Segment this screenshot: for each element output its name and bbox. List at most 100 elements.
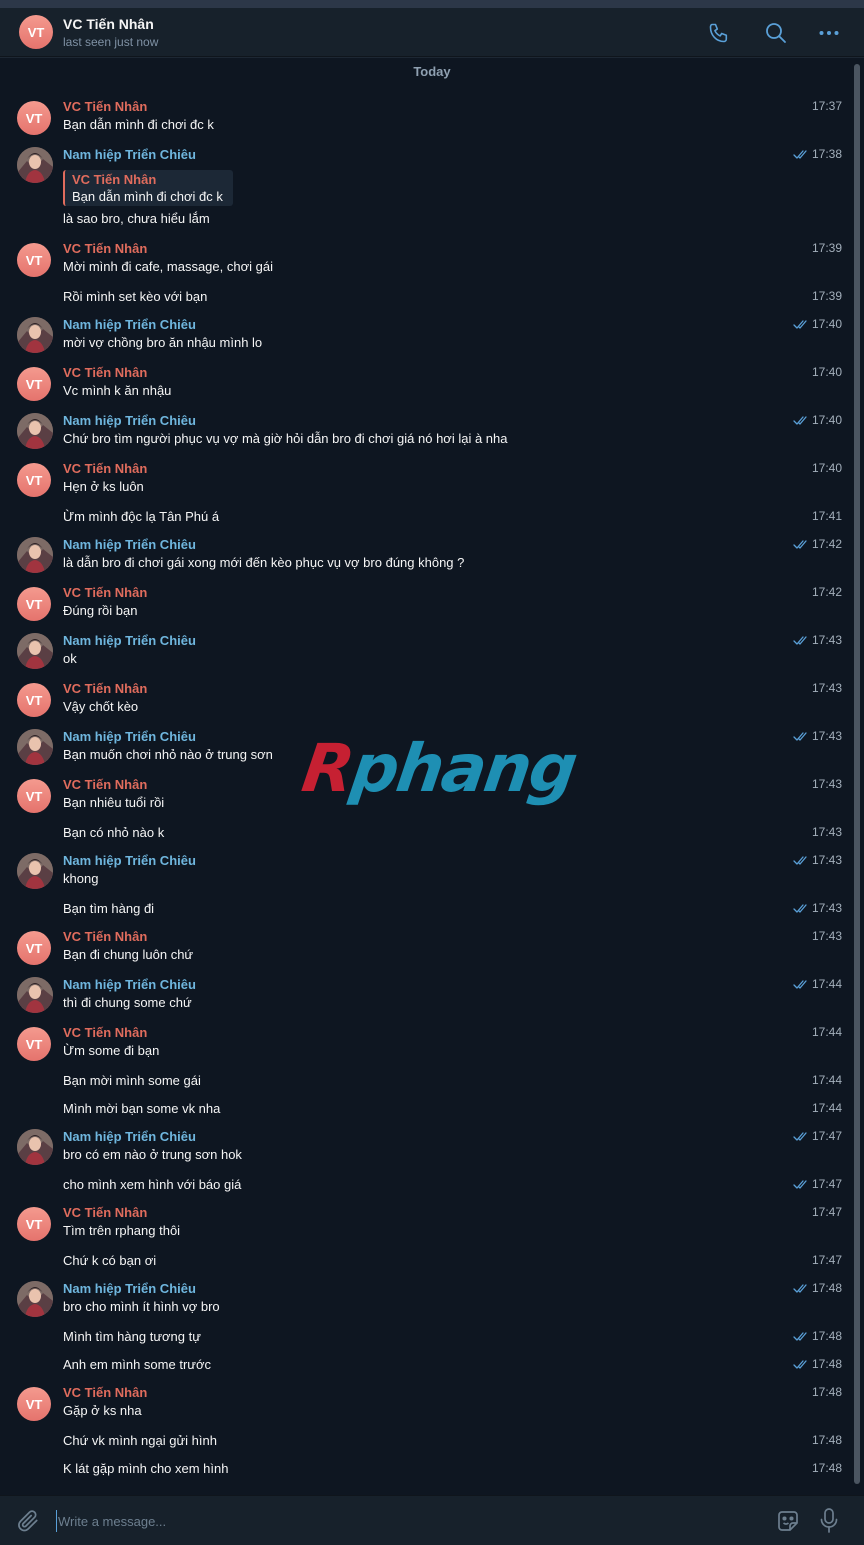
message-row[interactable]: VT VC Tiến Nhân Ừm some đi bạn 17:44 [0, 1025, 850, 1065]
sender-avatar[interactable]: VT [17, 1027, 51, 1061]
sender-avatar[interactable] [17, 729, 53, 765]
message-row[interactable]: VT VC Tiến Nhân Tìm trên rphang thôi 17:47 [0, 1205, 850, 1245]
sender-avatar[interactable]: VT [17, 463, 51, 497]
message-row[interactable]: Chứ vk mình ngại gửi hình 17:48 [0, 1433, 850, 1453]
more-icon[interactable] [817, 21, 841, 45]
sender-name[interactable]: Nam hiệp Triển Chiêu [63, 633, 196, 648]
sender-name[interactable]: VC Tiến Nhân [63, 365, 147, 380]
sender-avatar[interactable] [17, 633, 53, 669]
message-input[interactable] [56, 1510, 746, 1532]
message-row[interactable]: VT VC Tiến Nhân Đúng rồi bạn 17:42 [0, 585, 850, 625]
contact-avatar[interactable]: VT [19, 15, 53, 49]
sender-avatar[interactable]: VT [17, 101, 51, 135]
sender-name[interactable]: VC Tiến Nhân [63, 1385, 147, 1400]
message-text: mời vợ chồng bro ăn nhậu mình lo [63, 335, 263, 350]
sender-avatar[interactable] [17, 1281, 53, 1317]
sender-avatar[interactable] [17, 853, 53, 889]
message-text: Tìm trên rphang thôi [63, 1223, 181, 1238]
message-row[interactable]: Nam hiệp Triển Chiêu là dẫn bro đi chơi g… [0, 537, 850, 577]
message-row[interactable]: Nam hiệp Triển Chiêu VC Tiến Nhân Bạn dẫn … [0, 147, 850, 233]
sender-avatar[interactable]: VT [17, 683, 51, 717]
sender-name[interactable]: VC Tiến Nhân [63, 241, 147, 256]
sender-name[interactable]: Nam hiệp Triển Chiêu [63, 317, 196, 332]
sender-avatar[interactable] [17, 537, 53, 573]
sender-avatar[interactable]: VT [17, 779, 51, 813]
message-list[interactable]: Today VT VC Tiến Nhân Bạn dẫn mình đi chơi… [0, 58, 864, 1495]
message-time: 17:48 [812, 1433, 842, 1447]
sender-avatar[interactable] [17, 147, 53, 183]
sender-avatar[interactable] [17, 317, 53, 353]
message-row[interactable]: K lát gặp mình cho xem hình 17:48 [0, 1461, 850, 1481]
sender-name[interactable]: Nam hiệp Triển Chiêu [63, 413, 196, 428]
search-icon[interactable] [764, 21, 788, 45]
sender-name[interactable]: Nam hiệp Triển Chiêu [63, 147, 196, 162]
message-time: 17:42 [812, 585, 842, 599]
sender-avatar[interactable]: VT [17, 587, 51, 621]
sender-name[interactable]: VC Tiến Nhân [63, 1205, 147, 1220]
message-row[interactable]: Bạn tìm hàng đi 17:43 [0, 901, 850, 921]
sender-name[interactable]: VC Tiến Nhân [63, 461, 147, 476]
message-row[interactable]: Nam hiệp Triển Chiêu khong 17:43 [0, 853, 850, 893]
message-row[interactable]: Rồi mình set kèo với bạn 17:39 [0, 289, 850, 309]
message-time: 17:47 [812, 1205, 842, 1219]
message-row[interactable]: VT VC Tiến Nhân Vc mình k ăn nhậu 17:40 [0, 365, 850, 405]
reply-sender: VC Tiến Nhân [72, 172, 157, 187]
message-row[interactable]: Ừm mình độc lạ Tân Phú á 17:41 [0, 509, 850, 529]
sender-avatar[interactable] [17, 413, 53, 449]
sender-avatar[interactable] [17, 1129, 53, 1165]
phone-icon[interactable] [707, 21, 731, 45]
message-row[interactable]: VT VC Tiến Nhân Mời mình đi cafe, massage,… [0, 241, 850, 281]
message-row[interactable]: Bạn mời mình some gái 17:44 [0, 1073, 850, 1093]
message-row[interactable]: Chứ k có bạn ơi 17:47 [0, 1253, 850, 1273]
sender-name[interactable]: VC Tiến Nhân [63, 1025, 147, 1040]
sender-avatar[interactable]: VT [17, 1207, 51, 1241]
message-row[interactable]: Nam hiệp Triển Chiêu bro có em nào ở trun… [0, 1129, 850, 1169]
message-time: 17:41 [812, 509, 842, 523]
sender-name[interactable]: VC Tiến Nhân [63, 681, 147, 696]
message-row[interactable]: cho mình xem hình với báo giá 17:47 [0, 1177, 850, 1197]
sender-name[interactable]: Nam hiệp Triển Chiêu [63, 537, 196, 552]
message-text: là sao bro, chưa hiểu lắm [63, 211, 210, 226]
message-row[interactable]: Anh em mình some trước 17:48 [0, 1357, 850, 1377]
time-label: 17:47 [811, 1177, 842, 1191]
message-row[interactable]: Mình mời bạn some vk nha 17:44 [0, 1101, 850, 1121]
message-row[interactable]: VT VC Tiến Nhân Hẹn ở ks luôn 17:40 [0, 461, 850, 501]
chat-scrollbar[interactable] [854, 64, 860, 1484]
sender-avatar[interactable]: VT [17, 1387, 51, 1421]
time-label: 17:47 [811, 1253, 842, 1267]
message-text: Bạn tìm hàng đi [63, 901, 155, 916]
sender-name[interactable]: Nam hiệp Triển Chiêu [63, 853, 196, 868]
message-row[interactable]: Nam hiệp Triển Chiêu thì đi chung some ch… [0, 977, 850, 1017]
message-row[interactable]: Nam hiệp Triển Chiêu mời vợ chồng bro ăn … [0, 317, 850, 357]
sender-name[interactable]: VC Tiến Nhân [63, 99, 147, 114]
time-label: 17:38 [811, 147, 842, 161]
sender-avatar[interactable]: VT [17, 931, 51, 965]
sender-name[interactable]: VC Tiến Nhân [63, 777, 147, 792]
message-row[interactable]: Nam hiệp Triển Chiêu bro cho mình ít hình… [0, 1281, 850, 1321]
message-row[interactable]: Bạn có nhỏ nào k 17:43 [0, 825, 850, 845]
message-row[interactable]: Nam hiệp Triển Chiêu ok 17:43 [0, 633, 850, 673]
chat-title[interactable]: VC Tiến Nhân [63, 16, 154, 32]
message-row[interactable]: VT VC Tiến Nhân Bạn dẫn mình đi chơi đc k 1… [0, 99, 850, 139]
time-label: 17:42 [811, 585, 842, 599]
message-row[interactable]: Nam hiệp Triển Chiêu Chứ bro tìm người ph… [0, 413, 850, 453]
time-label: 17:44 [811, 1025, 842, 1039]
reply-quote[interactable]: VC Tiến Nhân Bạn dẫn mình đi chơi đc k [63, 170, 233, 206]
emoji-icon[interactable] [775, 1508, 801, 1534]
message-row[interactable]: Mình tìm hàng tương tự 17:48 [0, 1329, 850, 1349]
sender-avatar[interactable]: VT [17, 243, 51, 277]
chat-header: VT VC Tiến Nhân last seen just now [0, 8, 864, 57]
sender-name[interactable]: Nam hiệp Triển Chiêu [63, 729, 196, 744]
sender-name[interactable]: Nam hiệp Triển Chiêu [63, 1129, 196, 1144]
attach-icon[interactable] [15, 1508, 41, 1534]
message-row[interactable]: VT VC Tiến Nhân Vậy chốt kèo 17:43 [0, 681, 850, 721]
message-row[interactable]: VT VC Tiến Nhân Bạn đi chung luôn chứ 17:43 [0, 929, 850, 969]
sender-name[interactable]: VC Tiến Nhân [63, 929, 147, 944]
sender-avatar[interactable] [17, 977, 53, 1013]
sender-name[interactable]: VC Tiến Nhân [63, 585, 147, 600]
microphone-icon[interactable] [817, 1507, 841, 1535]
sender-name[interactable]: Nam hiệp Triển Chiêu [63, 977, 196, 992]
sender-name[interactable]: Nam hiệp Triển Chiêu [63, 1281, 196, 1296]
sender-avatar[interactable]: VT [17, 367, 51, 401]
message-row[interactable]: VT VC Tiến Nhân Gặp ở ks nha 17:48 [0, 1385, 850, 1425]
